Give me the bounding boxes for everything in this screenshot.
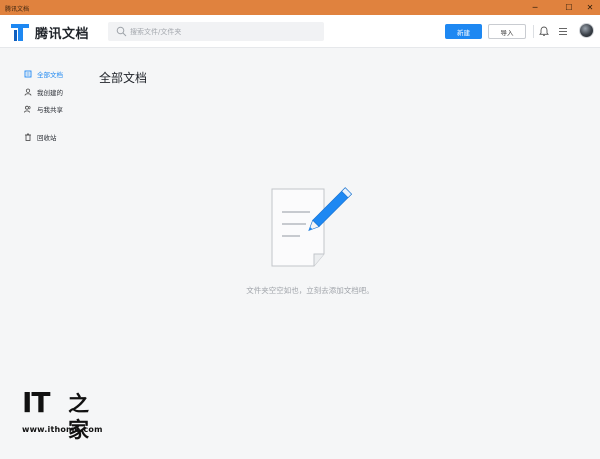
search-icon: [116, 26, 127, 37]
sidebar-item-label: 回收站: [37, 134, 57, 142]
close-button[interactable]: ✕: [580, 0, 600, 15]
sidebar-item-label: 与我共享: [37, 106, 63, 114]
user-icon: [24, 88, 32, 96]
document-pencil-icon: [271, 187, 353, 267]
ithome-watermark: IT 之家 www.ithome.com: [22, 386, 108, 443]
shared-users-icon: [24, 105, 32, 113]
empty-state-message: 文件夹空空如也，立刻去添加文档吧。: [246, 286, 374, 295]
app-name: 腾讯文档: [35, 27, 90, 42]
new-button[interactable]: 新建: [445, 24, 482, 39]
window-titlebar: 腾讯文档 ─ ☐ ✕: [0, 0, 600, 15]
sidebar-item-label: 我创建的: [37, 89, 63, 97]
search-input[interactable]: [130, 22, 320, 41]
bell-icon[interactable]: [537, 24, 551, 38]
trash-icon: [24, 133, 32, 141]
avatar[interactable]: [579, 23, 594, 38]
watermark-brand: IT: [22, 386, 51, 419]
app-header: 腾讯文档 新建 导入: [0, 15, 600, 48]
sidebar-item-created-by-me[interactable]: 我创建的: [24, 86, 63, 98]
docs-icon: [24, 70, 32, 78]
maximize-button[interactable]: ☐: [559, 0, 579, 15]
sidebar-item-trash[interactable]: 回收站: [24, 131, 57, 143]
page-title: 全部文档: [99, 71, 148, 85]
minimize-button[interactable]: ─: [525, 0, 545, 15]
sidebar-item-all-docs[interactable]: 全部文档: [24, 68, 63, 80]
sidebar-item-shared-with-me[interactable]: 与我共享: [24, 103, 63, 115]
watermark-url: www.ithome.com: [22, 425, 103, 434]
menu-icon[interactable]: [556, 24, 570, 38]
watermark-brand-cn: 之家: [68, 391, 89, 442]
window-title: 腾讯文档: [5, 6, 30, 13]
sidebar-item-label: 全部文档: [37, 71, 63, 79]
import-button[interactable]: 导入: [488, 24, 526, 39]
header-divider: [533, 25, 534, 38]
tencent-docs-logo-icon[interactable]: [10, 22, 30, 42]
search-box[interactable]: [108, 22, 324, 41]
